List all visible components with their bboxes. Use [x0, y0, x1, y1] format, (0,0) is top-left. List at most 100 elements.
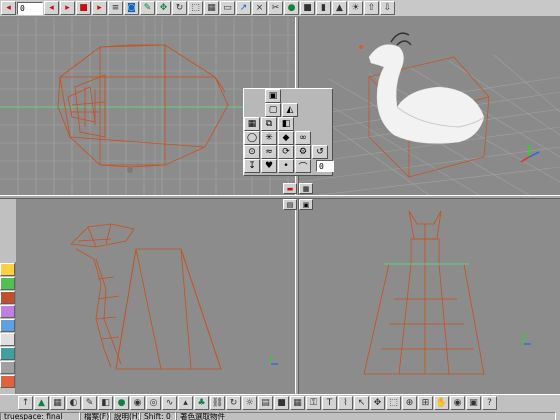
- frame-field[interactable]: 0: [17, 1, 43, 15]
- bottom-wave-icon[interactable]: ∿: [162, 396, 177, 410]
- bottom-paint-icon[interactable]: ▦: [50, 396, 65, 410]
- shape-icon[interactable]: ◆: [278, 131, 294, 145]
- pyramid-icon[interactable]: ◭: [282, 103, 298, 117]
- rotate-icon[interactable]: ↻: [172, 1, 187, 15]
- bottom-material-icon[interactable]: ◉: [130, 396, 145, 410]
- bottom-help-icon[interactable]: ?: [482, 396, 497, 410]
- bottom-arrow-icon[interactable]: ↑: [18, 396, 33, 410]
- loft-icon[interactable]: ⌒: [295, 159, 311, 173]
- cone-icon[interactable]: ▲: [332, 1, 347, 15]
- bottom-pan-icon[interactable]: ✋: [434, 396, 449, 410]
- status-file-menu[interactable]: 檔案(F): [80, 411, 110, 420]
- bottom-leaf-icon[interactable]: ♣: [194, 396, 209, 410]
- bottom-sphere-icon[interactable]: ●: [114, 396, 129, 410]
- star-icon[interactable]: ✳: [261, 131, 277, 145]
- palette-sphere-icon[interactable]: [0, 333, 15, 346]
- bottom-eye-icon[interactable]: ◉: [450, 396, 465, 410]
- play-first-icon[interactable]: ◂: [1, 1, 16, 15]
- move-icon[interactable]: ✥: [156, 1, 171, 15]
- bottom-text-icon[interactable]: T: [322, 396, 337, 410]
- redo-icon[interactable]: ⇩: [380, 1, 395, 15]
- light-icon[interactable]: ☀: [348, 1, 363, 15]
- perspective-drawing: [299, 32, 560, 195]
- unlink-icon[interactable]: ✂: [268, 1, 283, 15]
- stop-icon[interactable]: ■: [76, 1, 91, 15]
- bottom-link-icon[interactable]: ⛓: [210, 396, 225, 410]
- palette-yellow-icon[interactable]: [0, 263, 15, 276]
- bottom-path-icon[interactable]: ⌇: [338, 396, 353, 410]
- scale-icon[interactable]: ⬚: [188, 1, 203, 15]
- copy-icon[interactable]: ⧉: [261, 117, 277, 131]
- bottom-ring-icon[interactable]: ◎: [146, 396, 161, 410]
- bottom-texture-icon[interactable]: ◧: [98, 396, 113, 410]
- bottom-scale-icon[interactable]: ⬚: [386, 396, 401, 410]
- bottom-terrain-icon[interactable]: ▲: [34, 396, 49, 410]
- play-icon[interactable]: ▸: [60, 1, 75, 15]
- viewport-bottom-left[interactable]: [16, 199, 295, 394]
- bottom-zoom-icon[interactable]: ⊞: [418, 396, 433, 410]
- panel-value-field[interactable]: 0: [316, 160, 334, 172]
- viewport-bottom-right[interactable]: [299, 199, 560, 394]
- object-icon[interactable]: ▭: [220, 1, 235, 15]
- undo-icon[interactable]: ⇧: [364, 1, 379, 15]
- viewport-perspective[interactable]: [299, 17, 560, 195]
- bottom-grid-icon[interactable]: ▦: [290, 396, 305, 410]
- status-bar: truespace: final 檔案(F) 說明(H) Shift: 0 著色…: [0, 411, 560, 420]
- play-last-icon[interactable]: ▸: [92, 1, 107, 15]
- bottom-axes-icon[interactable]: ⊕: [402, 396, 417, 410]
- viewport-divider-horizontal[interactable]: [0, 195, 560, 199]
- bottom-light-icon[interactable]: ☼: [242, 396, 257, 410]
- point-icon[interactable]: •: [278, 159, 294, 173]
- group-icon[interactable]: ▦: [244, 117, 260, 131]
- center-view-icon[interactable]: ▦: [299, 183, 313, 194]
- cylinder-icon[interactable]: ▮: [316, 1, 331, 15]
- bottom-film-icon[interactable]: ▤: [258, 396, 273, 410]
- bottom-bucket-icon[interactable]: ◐: [66, 396, 81, 410]
- status-help-menu[interactable]: 說明(H): [110, 411, 140, 420]
- palette-teal-icon[interactable]: [0, 347, 15, 360]
- mirror-icon[interactable]: ◧: [278, 117, 294, 131]
- bottom-render-icon[interactable]: ▣: [466, 396, 481, 410]
- center-film-icon[interactable]: ▤: [283, 199, 297, 210]
- bottom-key-icon[interactable]: ⚿: [306, 396, 321, 410]
- gear-icon[interactable]: ⚙: [295, 145, 311, 159]
- palette-gray-icon[interactable]: [0, 361, 15, 374]
- select-icon[interactable]: ↗: [236, 1, 251, 15]
- list-icon[interactable]: ≡: [108, 1, 123, 15]
- center-red-icon[interactable]: ▬: [283, 183, 297, 194]
- loop-icon[interactable]: ⟳: [278, 145, 294, 159]
- box-icon[interactable]: ▢: [265, 103, 281, 117]
- camera-icon[interactable]: ◙: [124, 1, 139, 15]
- grid-icon[interactable]: ▦: [204, 1, 219, 15]
- rotate-tool-icon[interactable]: ↺: [312, 145, 328, 159]
- cube-green-icon[interactable]: ▣: [265, 89, 281, 103]
- torus-icon[interactable]: ◯: [244, 131, 260, 145]
- heart-icon[interactable]: ♥: [261, 159, 277, 173]
- bottom-cube-icon[interactable]: ■: [274, 396, 289, 410]
- bottom-select-icon[interactable]: ↖: [354, 396, 369, 410]
- palette-purple-icon[interactable]: [0, 305, 15, 318]
- ring-icon[interactable]: ⊙: [244, 145, 260, 159]
- left-palette: [0, 262, 16, 394]
- status-title: truespace: final: [0, 411, 80, 420]
- arrow-icon[interactable]: ↧: [244, 159, 260, 173]
- sphere-icon[interactable]: ●: [284, 1, 299, 15]
- palette-blue-icon[interactable]: [0, 319, 15, 332]
- palette-brush-icon[interactable]: [0, 291, 15, 304]
- palette-red-icon[interactable]: [0, 375, 15, 388]
- bottom-rotate-icon[interactable]: ↻: [226, 396, 241, 410]
- bottom-bar: ↑ ▲ ▦ ◐ ✎ ◧ ● ◉ ◎ ∿ ▴ ♣ ⛓ ↻ ☼ ▤ ■ ▦ ⚿ T …: [0, 394, 560, 420]
- wave-icon[interactable]: ≈: [261, 145, 277, 159]
- cube-icon[interactable]: ■: [300, 1, 315, 15]
- top-view-drawing: [363, 210, 531, 375]
- color-icon[interactable]: ✎: [140, 1, 155, 15]
- bottom-cone-icon[interactable]: ▴: [178, 396, 193, 410]
- status-message: 著色選取物件: [176, 411, 556, 420]
- link-icon[interactable]: ⨯: [252, 1, 267, 15]
- center-cam-icon[interactable]: ▣: [299, 199, 313, 210]
- palette-green-icon[interactable]: [0, 277, 15, 290]
- bottom-brush-icon[interactable]: ✎: [82, 396, 97, 410]
- play-reverse-icon[interactable]: ◂: [44, 1, 59, 15]
- bottom-move-icon[interactable]: ✥: [370, 396, 385, 410]
- knot-icon[interactable]: ∞: [295, 131, 311, 145]
